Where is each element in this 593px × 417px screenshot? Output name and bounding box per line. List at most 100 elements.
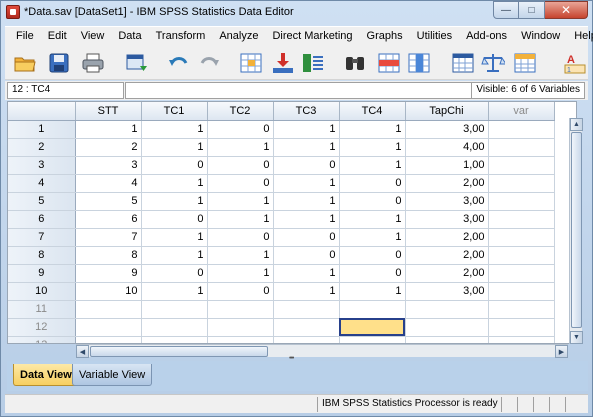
data-cell[interactable]: 4 <box>75 174 142 193</box>
scroll-up-button[interactable]: ▲ <box>570 118 583 131</box>
data-cell[interactable]: 3,00 <box>405 282 489 301</box>
insert-cases-icon[interactable] <box>375 49 403 76</box>
data-cell[interactable]: 3,00 <box>405 210 489 229</box>
cell-reference-field[interactable]: 12 : TC4 <box>7 82 124 99</box>
data-cell[interactable]: 0 <box>141 156 208 175</box>
redo-icon[interactable] <box>195 49 223 76</box>
data-cell[interactable]: 9 <box>75 264 142 283</box>
data-cell[interactable]: 1 <box>339 210 406 229</box>
row-header[interactable]: 2 <box>8 138 76 157</box>
goto-variable-icon[interactable] <box>269 49 297 76</box>
data-cell[interactable]: 0 <box>273 246 340 265</box>
menu-analyze[interactable]: Analyze <box>212 30 265 42</box>
data-cell[interactable]: 1 <box>141 228 208 247</box>
data-cell[interactable] <box>488 336 555 343</box>
column-header-tc3[interactable]: TC3 <box>273 102 340 121</box>
data-cell[interactable]: 1,00 <box>405 156 489 175</box>
data-cell[interactable] <box>339 336 406 343</box>
data-cell[interactable]: 1 <box>207 192 274 211</box>
data-cell[interactable]: 2,00 <box>405 246 489 265</box>
data-cell[interactable]: 2,00 <box>405 228 489 247</box>
data-cell[interactable]: 0 <box>207 282 274 301</box>
data-cell[interactable]: 1 <box>141 138 208 157</box>
vertical-scroll-thumb[interactable] <box>571 132 582 328</box>
data-cell[interactable]: 1 <box>273 174 340 193</box>
data-cell[interactable]: 0 <box>207 120 274 139</box>
data-cell[interactable] <box>273 336 340 343</box>
data-cell[interactable]: 0 <box>207 174 274 193</box>
menu-window[interactable]: Window <box>514 30 567 42</box>
data-cell[interactable] <box>141 336 208 343</box>
print-icon[interactable] <box>79 49 107 76</box>
data-cell[interactable] <box>488 318 555 337</box>
data-cell[interactable] <box>75 336 142 343</box>
data-cell[interactable]: 0 <box>141 264 208 283</box>
grid-corner[interactable] <box>8 102 76 121</box>
data-cell[interactable]: 0 <box>207 228 274 247</box>
column-header-var[interactable]: var <box>488 102 555 121</box>
data-cell[interactable]: 1 <box>339 138 406 157</box>
menu-utilities[interactable]: Utilities <box>410 30 459 42</box>
data-cell[interactable]: 3 <box>75 156 142 175</box>
column-header-stt[interactable]: STT <box>75 102 142 121</box>
open-folder-icon[interactable] <box>11 49 39 76</box>
data-cell[interactable]: 0 <box>273 228 340 247</box>
data-cell[interactable]: 1 <box>273 120 340 139</box>
data-cell[interactable] <box>488 264 555 283</box>
scroll-left-button[interactable]: ◀ <box>76 345 89 358</box>
data-cell[interactable]: 2,00 <box>405 174 489 193</box>
row-header[interactable]: 12 <box>8 318 76 337</box>
data-cell[interactable]: 0 <box>141 210 208 229</box>
maximize-button[interactable]: □ <box>519 1 545 19</box>
value-labels-icon[interactable]: A1 <box>561 49 589 76</box>
row-header[interactable]: 8 <box>8 246 76 265</box>
data-cell[interactable]: 1 <box>141 192 208 211</box>
menu-view[interactable]: View <box>74 30 112 42</box>
data-cell[interactable] <box>273 300 340 319</box>
menu-graphs[interactable]: Graphs <box>360 30 410 42</box>
row-header[interactable]: 3 <box>8 156 76 175</box>
data-cell[interactable] <box>207 318 274 337</box>
row-header[interactable]: 4 <box>8 174 76 193</box>
data-cell[interactable]: 1 <box>207 138 274 157</box>
data-cell[interactable]: 0 <box>339 264 406 283</box>
data-cell[interactable]: 1 <box>339 120 406 139</box>
data-cell[interactable] <box>488 192 555 211</box>
row-header[interactable]: 7 <box>8 228 76 247</box>
data-cell[interactable]: 1 <box>339 228 406 247</box>
data-cell[interactable]: 0 <box>339 246 406 265</box>
menu-data[interactable]: Data <box>111 30 148 42</box>
data-cell[interactable]: 1 <box>273 264 340 283</box>
scroll-down-button[interactable]: ▼ <box>570 331 583 344</box>
data-cell[interactable]: 8 <box>75 246 142 265</box>
data-cell[interactable]: 1 <box>273 192 340 211</box>
data-cell[interactable]: 10 <box>75 282 142 301</box>
data-cell[interactable]: 3,00 <box>405 192 489 211</box>
menu-edit[interactable]: Edit <box>41 30 74 42</box>
goto-case-icon[interactable] <box>237 49 265 76</box>
undo-icon[interactable] <box>165 49 193 76</box>
data-cell[interactable]: 1 <box>339 282 406 301</box>
menu-file[interactable]: File <box>9 30 41 42</box>
data-cell[interactable]: 0 <box>339 192 406 211</box>
data-cell[interactable]: 0 <box>339 174 406 193</box>
data-cell[interactable]: 1 <box>273 282 340 301</box>
dialog-recall-icon[interactable] <box>123 49 151 76</box>
data-cell[interactable] <box>405 318 489 337</box>
row-header[interactable]: 13 <box>8 336 76 343</box>
horizontal-scroll-thumb[interactable] <box>90 346 268 357</box>
data-cell[interactable] <box>207 336 274 343</box>
data-cell[interactable] <box>488 210 555 229</box>
horizontal-scrollbar[interactable]: ◀ ▶ <box>76 344 568 358</box>
find-icon[interactable] <box>341 49 369 76</box>
row-header[interactable]: 11 <box>8 300 76 319</box>
data-cell[interactable] <box>488 138 555 157</box>
data-cell[interactable]: 7 <box>75 228 142 247</box>
save-icon[interactable] <box>45 49 73 76</box>
data-cell[interactable]: 1 <box>273 210 340 229</box>
tab-variable-view[interactable]: Variable View <box>72 364 153 386</box>
data-cell[interactable]: 2,00 <box>405 264 489 283</box>
data-cell[interactable]: 2 <box>75 138 142 157</box>
data-cell[interactable] <box>488 174 555 193</box>
data-cell[interactable] <box>488 156 555 175</box>
